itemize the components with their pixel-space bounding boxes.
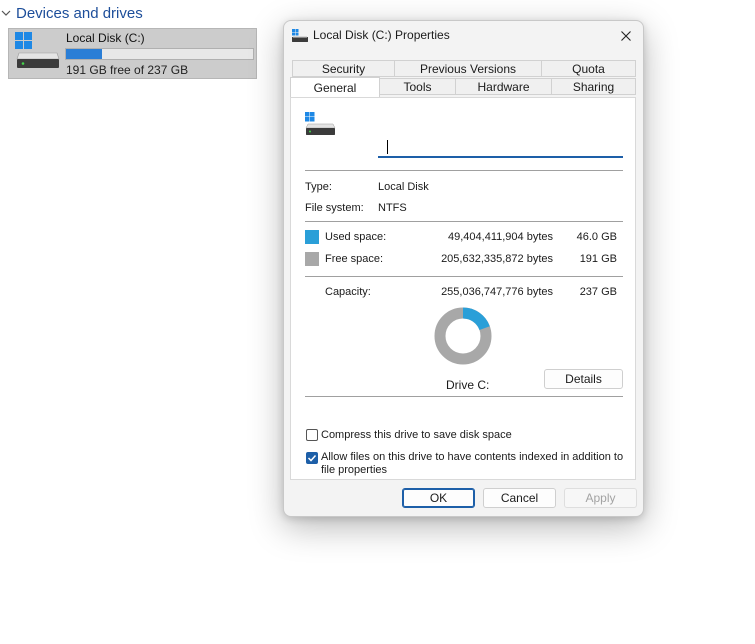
separator [305,221,623,222]
separator [305,170,623,171]
title-bar[interactable]: Local Disk (C:) Properties [284,21,643,49]
compress-label[interactable]: Compress this drive to save disk space [321,429,512,442]
index-label[interactable]: Allow files on this drive to have conten… [321,451,623,477]
drive-usage-bar [65,48,254,60]
drive-free-text: 191 GB free of 237 GB [66,63,189,77]
devices-and-drives-header[interactable]: Devices and drives [0,3,143,23]
tab-security[interactable]: Security [292,60,395,77]
used-space-swatch [305,230,319,244]
properties-dialog: Local Disk (C:) Properties Security Prev… [283,20,644,517]
file-system-value: NTFS [378,202,407,214]
apply-button[interactable]: Apply [564,488,637,508]
tab-sharing[interactable]: Sharing [551,78,636,95]
used-space-bytes: 49,404,411,904 bytes [448,231,553,243]
index-checkbox[interactable] [306,452,318,464]
used-space-size: 46.0 GB [576,231,617,243]
text-caret [387,140,388,154]
drive-letter-label: Drive C: [446,378,490,392]
tab-quota[interactable]: Quota [541,60,636,77]
free-space-size: 191 GB [579,253,617,265]
disk-usage-donut [434,307,492,365]
capacity-bytes: 255,036,747,776 bytes [441,286,553,298]
tab-previous-versions[interactable]: Previous Versions [394,60,542,77]
used-space-label: Used space: [325,231,387,243]
separator [305,276,623,277]
cancel-button[interactable]: Cancel [483,488,556,508]
general-tab-panel: Type: Local Disk File system: NTFS Used … [290,97,636,480]
chevron-down-icon[interactable] [0,7,12,19]
drive-tile-c[interactable]: Local Disk (C:) 191 GB free of 237 GB [8,28,257,79]
type-label: Type: [305,181,332,193]
checkmark-icon [307,454,317,462]
drive-usage-fill [66,49,103,59]
capacity-label: Capacity: [325,286,371,298]
hard-drive-icon [15,32,60,68]
free-space-swatch [305,252,319,266]
drive-name: Local Disk (C:) [66,31,145,45]
free-space-label: Free space: [325,253,384,265]
close-icon[interactable] [621,31,631,41]
close-button[interactable] [615,25,637,47]
free-space-bytes: 205,632,335,872 bytes [441,253,553,265]
index-label-line2: file properties [321,464,388,476]
tab-hardware[interactable]: Hardware [455,78,552,95]
drive-name-input[interactable] [378,138,623,158]
hard-drive-icon [305,112,336,135]
dialog-title: Local Disk (C:) Properties [313,28,450,42]
hard-drive-icon [292,29,308,42]
ok-button[interactable]: OK [402,488,475,508]
index-label-line1: Allow files on this drive to have conten… [321,451,624,463]
capacity-size: 237 GB [579,286,617,298]
separator [305,396,623,397]
type-value: Local Disk [378,181,429,193]
details-button[interactable]: Details [544,369,623,389]
tab-general[interactable]: General [290,77,380,97]
file-system-label: File system: [305,202,364,214]
compress-checkbox[interactable] [306,429,318,441]
section-title: Devices and drives [16,4,143,22]
tab-tools[interactable]: Tools [379,78,456,95]
